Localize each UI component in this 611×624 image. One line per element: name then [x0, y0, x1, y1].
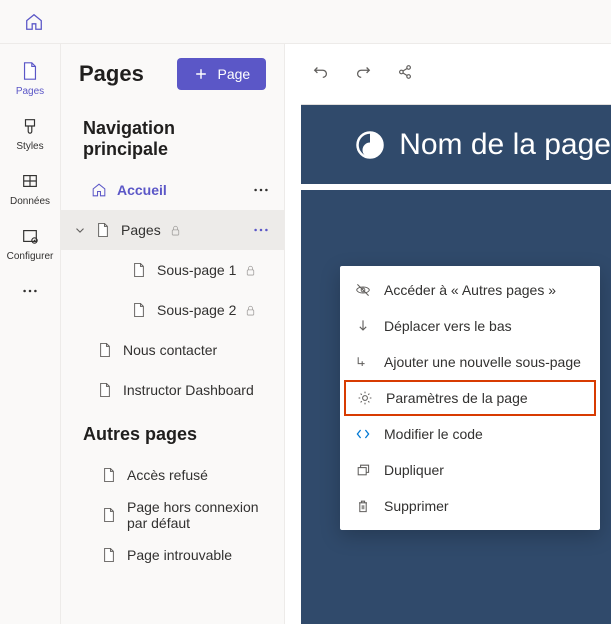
- menu-move-down[interactable]: Déplacer vers le bas: [340, 308, 600, 344]
- gear-icon: [356, 389, 374, 407]
- config-icon: [19, 225, 41, 247]
- section-other-pages: Autres pages: [61, 410, 284, 455]
- lock-icon: [244, 304, 257, 317]
- home-button[interactable]: [16, 4, 52, 40]
- add-sub-icon: [354, 353, 372, 371]
- menu-add-subpage[interactable]: Ajouter une nouvelle sous-page: [340, 344, 600, 380]
- tree-label: Page hors connexion par défaut: [127, 499, 276, 531]
- share-button[interactable]: [393, 60, 417, 84]
- tree-label: Accueil: [117, 182, 167, 198]
- page-icon: [97, 342, 113, 358]
- rail-data[interactable]: Données: [0, 162, 60, 215]
- pages-panel: Pages Page Navigation principale Accueil…: [61, 44, 285, 624]
- home-icon: [91, 182, 107, 198]
- more-icon[interactable]: [246, 181, 276, 199]
- menu-label: Accéder à « Autres pages »: [384, 282, 556, 298]
- menu-label: Modifier le code: [384, 426, 483, 442]
- tree-item-denied[interactable]: Accès refusé: [61, 455, 284, 495]
- new-page-button[interactable]: Page: [177, 58, 266, 90]
- tree-item-notfound[interactable]: Page introuvable: [61, 535, 284, 575]
- tree-item-contact[interactable]: Nous contacter: [61, 330, 284, 370]
- undo-button[interactable]: [309, 60, 333, 84]
- panel-title: Pages: [79, 61, 144, 87]
- menu-label: Supprimer: [384, 498, 449, 514]
- menu-edit-code[interactable]: Modifier le code: [340, 416, 600, 452]
- table-icon: [19, 170, 41, 192]
- page-icon: [131, 262, 147, 278]
- menu-label: Paramètres de la page: [386, 390, 528, 406]
- rail-label: Pages: [16, 86, 44, 97]
- tree-item-sub2[interactable]: Sous-page 2: [61, 290, 284, 330]
- page-icon: [131, 302, 147, 318]
- arrow-down-icon: [354, 317, 372, 335]
- tree-item-offline[interactable]: Page hors connexion par défaut: [61, 495, 284, 535]
- more-icon[interactable]: [246, 221, 276, 239]
- left-rail: Pages Styles Données Configurer: [0, 44, 61, 624]
- top-strip: [0, 0, 611, 44]
- menu-page-settings[interactable]: Paramètres de la page: [344, 380, 596, 416]
- tree-item-instructor[interactable]: Instructor Dashboard: [61, 370, 284, 410]
- menu-label: Déplacer vers le bas: [384, 318, 512, 334]
- duplicate-icon: [354, 461, 372, 479]
- canvas-toolbar: [285, 44, 611, 100]
- eye-off-icon: [354, 281, 372, 299]
- chevron-down-icon[interactable]: [73, 223, 87, 237]
- rail-more[interactable]: [0, 272, 60, 310]
- tree-item-pages[interactable]: Pages: [61, 210, 284, 250]
- tree-label: Pages: [121, 222, 161, 238]
- tree-label: Nous contacter: [123, 342, 217, 358]
- dots-icon: [19, 280, 41, 302]
- page-icon: [19, 60, 41, 82]
- trash-icon: [354, 497, 372, 515]
- home-icon: [24, 12, 44, 32]
- tree-item-sub1[interactable]: Sous-page 1: [61, 250, 284, 290]
- context-menu: Accéder à « Autres pages » Déplacer vers…: [340, 266, 600, 530]
- lock-icon: [169, 224, 182, 237]
- code-icon: [354, 425, 372, 443]
- tree-label: Page introuvable: [127, 547, 232, 563]
- plus-icon: [193, 66, 209, 82]
- tree-label: Sous-page 1: [157, 262, 236, 278]
- menu-delete[interactable]: Supprimer: [340, 488, 600, 524]
- rail-label: Styles: [16, 141, 43, 152]
- canvas-banner: Nom de la page: [301, 104, 611, 184]
- rail-configure[interactable]: Configurer: [0, 217, 60, 270]
- page-icon: [101, 467, 117, 483]
- banner-title: Nom de la page: [399, 128, 611, 162]
- tree-label: Accès refusé: [127, 467, 208, 483]
- page-icon: [101, 507, 117, 523]
- page-icon: [101, 547, 117, 563]
- lock-icon: [244, 264, 257, 277]
- rail-styles[interactable]: Styles: [0, 107, 60, 160]
- rail-pages[interactable]: Pages: [0, 52, 60, 105]
- tree-label: Sous-page 2: [157, 302, 236, 318]
- brush-icon: [19, 115, 41, 137]
- section-main-nav: Navigation principale: [61, 104, 284, 170]
- tree-item-home[interactable]: Accueil: [61, 170, 284, 210]
- new-page-label: Page: [217, 66, 250, 82]
- swirl-icon: [355, 130, 385, 160]
- menu-other-pages[interactable]: Accéder à « Autres pages »: [340, 272, 600, 308]
- menu-label: Ajouter une nouvelle sous-page: [384, 354, 581, 370]
- page-icon: [95, 222, 111, 238]
- redo-button[interactable]: [351, 60, 375, 84]
- page-icon: [97, 382, 113, 398]
- menu-label: Dupliquer: [384, 462, 444, 478]
- rail-label: Données: [10, 196, 50, 207]
- tree-label: Instructor Dashboard: [123, 382, 254, 398]
- menu-duplicate[interactable]: Dupliquer: [340, 452, 600, 488]
- rail-label: Configurer: [7, 251, 54, 262]
